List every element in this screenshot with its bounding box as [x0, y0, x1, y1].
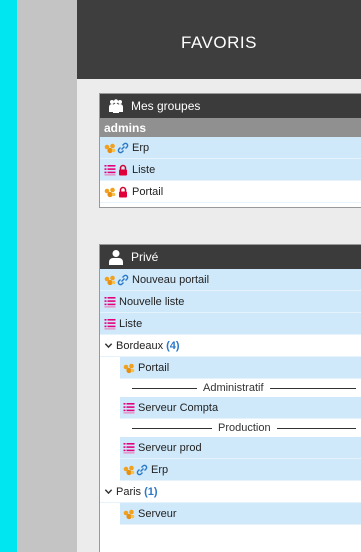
favorite-label: Serveur	[138, 507, 177, 520]
favorite-label: Serveur prod	[138, 441, 202, 454]
list-icon	[123, 402, 135, 414]
separator-line	[132, 427, 212, 429]
portal-icon	[104, 274, 116, 286]
favorite-serveur-paris[interactable]: Serveur	[120, 503, 361, 525]
page-title: FAVORIS	[181, 33, 257, 52]
favorite-label: Liste	[119, 317, 143, 330]
favorite-label: Portail	[138, 361, 170, 374]
panel-header: FAVORIS	[77, 0, 361, 79]
groups-card: Mes groupes admins Erp Liste Portail	[99, 93, 361, 208]
favorite-erp[interactable]: Erp	[100, 137, 361, 159]
favorite-label: Nouvelle liste	[119, 295, 185, 308]
chevron-down-icon[interactable]	[104, 487, 113, 496]
list-icon	[104, 296, 116, 308]
favorite-nouveau-portail[interactable]: Nouveau portail	[100, 269, 361, 291]
portal-icon	[123, 508, 135, 520]
link-icon	[136, 464, 148, 476]
favorite-label: Erp	[151, 463, 169, 476]
card-spacer	[100, 203, 361, 207]
favorite-label: Serveur Compta	[138, 401, 219, 414]
private-card-header: Privé	[100, 245, 361, 269]
list-icon	[104, 164, 116, 176]
favorite-label: Liste	[132, 163, 156, 176]
separator-production: Production	[120, 419, 361, 437]
favorite-label: Nouveau portail	[132, 273, 210, 286]
group-users-icon	[108, 98, 124, 114]
favorite-label: Erp	[132, 141, 150, 154]
left-gutter	[17, 0, 77, 552]
private-card: Privé Nouveau portail Nouvelle liste Lis…	[99, 244, 361, 552]
chevron-down-icon[interactable]	[104, 341, 113, 350]
portal-icon	[104, 186, 116, 198]
private-card-title: Privé	[131, 250, 159, 264]
favorite-portail-bordeaux[interactable]: Portail	[120, 357, 361, 379]
link-icon	[117, 142, 129, 154]
favorite-erp-bordeaux[interactable]: Erp	[120, 459, 361, 481]
groups-card-header: Mes groupes	[100, 94, 361, 118]
separator-line	[132, 387, 197, 389]
separator-administratif: Administratif	[120, 379, 361, 397]
favorites-panel: FAVORIS Mes groupes admins Erp Liste Por…	[77, 0, 361, 552]
portal-icon	[123, 362, 135, 374]
portal-icon	[123, 464, 135, 476]
favorite-liste-private[interactable]: Liste	[100, 313, 361, 335]
card-spacer	[100, 525, 361, 552]
favorite-nouvelle-liste[interactable]: Nouvelle liste	[100, 291, 361, 313]
portal-icon	[104, 142, 116, 154]
link-icon	[117, 274, 129, 286]
folder-count: (1)	[144, 485, 158, 498]
separator-label: Administratif	[203, 382, 264, 394]
separator-label: Production	[218, 422, 271, 434]
lock-icon	[117, 164, 129, 176]
folder-name: Paris	[116, 485, 142, 498]
favorite-serveur-compta[interactable]: Serveur Compta	[120, 397, 361, 419]
separator-line	[269, 387, 356, 389]
user-icon	[108, 249, 124, 265]
groups-card-title: Mes groupes	[131, 99, 201, 113]
folder-name: Bordeaux	[116, 339, 164, 352]
favorite-portail[interactable]: Portail	[100, 181, 361, 203]
favorite-label: Portail	[132, 185, 164, 198]
favorite-serveur-prod[interactable]: Serveur prod	[120, 437, 361, 459]
folder-bordeaux[interactable]: Bordeaux (4)	[100, 335, 361, 357]
lock-icon	[117, 186, 129, 198]
separator-line	[276, 427, 356, 429]
group-admins-header[interactable]: admins	[100, 118, 361, 137]
favorite-liste[interactable]: Liste	[100, 159, 361, 181]
list-icon	[104, 318, 116, 330]
folder-count: (4)	[166, 339, 180, 352]
list-icon	[123, 442, 135, 454]
folder-paris[interactable]: Paris (1)	[100, 481, 361, 503]
